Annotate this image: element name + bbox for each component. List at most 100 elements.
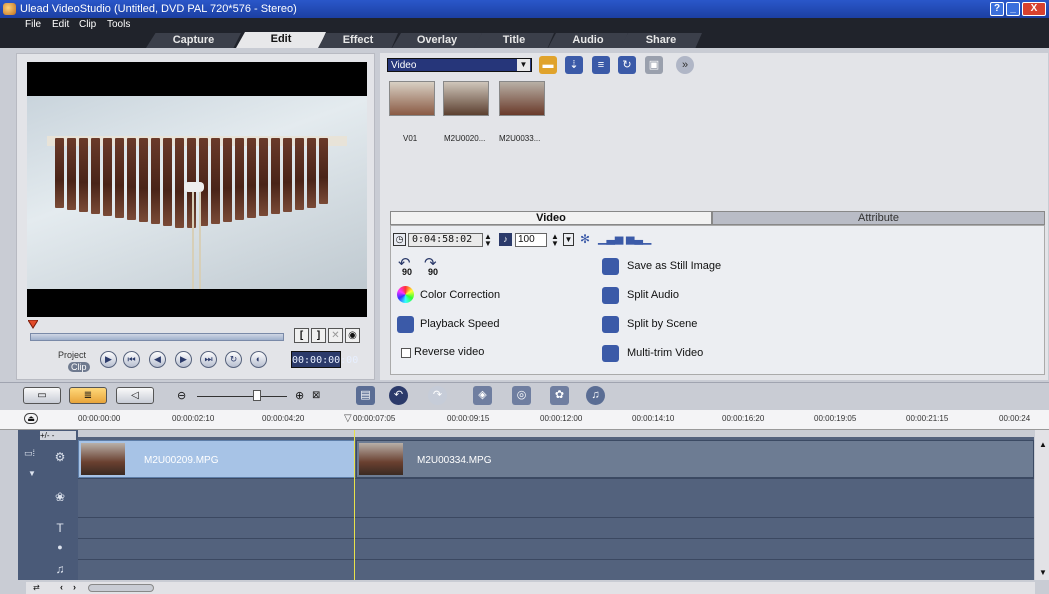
volume-dropdown-icon[interactable]: ▼: [563, 233, 574, 246]
copy-icon[interactable]: ▣: [645, 56, 663, 74]
multi-trim-option[interactable]: Multi-trim Video: [627, 347, 703, 359]
mute-icon[interactable]: ✻: [580, 232, 590, 246]
playhead[interactable]: [354, 430, 355, 580]
refresh-icon[interactable]: ↻: [618, 56, 636, 74]
enlarge-preview-icon[interactable]: ◉: [345, 328, 360, 343]
scrub-bar[interactable]: [30, 333, 284, 341]
zoom-slider[interactable]: [197, 396, 287, 397]
reverse-video-label[interactable]: Reverse video: [414, 346, 484, 358]
previous-frame-icon[interactable]: ◀: [149, 351, 166, 368]
duration-stepper[interactable]: ▲ ▼: [484, 233, 493, 248]
insert-media-icon[interactable]: ▤: [356, 386, 375, 405]
expand-icon[interactable]: »: [676, 56, 694, 74]
multi-trim-icon: [602, 345, 619, 362]
duration-field[interactable]: 0:04:58:02: [408, 233, 483, 247]
ruler-label: 00:00:12:00: [540, 414, 583, 423]
volume-icon[interactable]: ◐: [250, 351, 267, 368]
zoom-out-icon[interactable]: ⊖: [177, 389, 186, 402]
playback-speed-option[interactable]: Playback Speed: [420, 318, 500, 330]
ruler-label: 00:00:00:00: [78, 414, 121, 423]
minimize-button[interactable]: _: [1006, 2, 1020, 16]
fade-out-icon[interactable]: ▅▃▁: [626, 232, 651, 245]
vertical-scrollbar[interactable]: [1035, 430, 1049, 580]
end-icon[interactable]: ⏭: [200, 351, 217, 368]
zoom-in-icon[interactable]: ⊕: [295, 389, 304, 402]
audio-mixer-icon[interactable]: ◎: [512, 386, 531, 405]
repeat-icon[interactable]: ↻: [225, 351, 242, 368]
redo-icon[interactable]: ↷: [428, 386, 447, 405]
scrub-head-icon[interactable]: [28, 320, 38, 330]
help-button[interactable]: ?: [990, 2, 1004, 16]
voice-track-icon[interactable]: ●: [46, 542, 74, 552]
scroll-right-icon[interactable]: ›: [73, 582, 76, 592]
overlay-track-icon[interactable]: ❀: [46, 490, 74, 504]
auto-music-icon[interactable]: ♫: [586, 386, 605, 405]
menu-clip[interactable]: Clip: [79, 18, 96, 32]
mark-in-button[interactable]: [: [294, 328, 309, 343]
fade-in-icon[interactable]: ▁▃▅: [598, 232, 623, 245]
zoom-slider-thumb[interactable]: [253, 390, 261, 401]
save-still-option[interactable]: Save as Still Image: [627, 260, 721, 272]
tab-overlay[interactable]: Overlay: [392, 33, 482, 48]
timeline-ruler[interactable]: [0, 410, 1049, 430]
tab-effect[interactable]: Effect: [318, 33, 398, 48]
smart-proxy-icon[interactable]: ◈: [473, 386, 492, 405]
cut-clip-icon[interactable]: ✕: [328, 328, 343, 343]
scroll-up-icon[interactable]: ▲: [1039, 440, 1047, 449]
chevron-down-icon[interactable]: ▼: [517, 59, 530, 71]
eject-icon[interactable]: ⏏: [24, 413, 38, 424]
track-settings-icon[interactable]: ▭⁞: [24, 448, 35, 459]
project-mode-label[interactable]: Project: [58, 350, 86, 360]
split-by-scene-option[interactable]: Split by Scene: [627, 318, 697, 330]
fit-project-icon[interactable]: ⊠: [312, 390, 320, 401]
ruler-label: 00:00:14:10: [632, 414, 675, 423]
music-track-icon[interactable]: ♫: [46, 562, 74, 576]
library-thumbnail[interactable]: [443, 81, 489, 116]
timeline-clip[interactable]: M2U00334.MPG: [356, 440, 1034, 478]
list-view-icon[interactable]: ≡: [592, 56, 610, 74]
tab-capture[interactable]: Capture: [146, 33, 241, 48]
volume-field[interactable]: 100: [515, 233, 547, 247]
tab-edit[interactable]: Edit: [236, 32, 326, 48]
horizontal-scrollbar[interactable]: [26, 582, 1035, 594]
audio-view-button[interactable]: ◁: [116, 387, 154, 404]
menu-edit[interactable]: Edit: [52, 18, 69, 32]
tab-video[interactable]: Video: [390, 211, 712, 225]
marker-icon[interactable]: ▽: [344, 413, 352, 424]
zoom-sign[interactable]: +/- -: [40, 431, 76, 440]
split-audio-option[interactable]: Split Audio: [627, 289, 679, 301]
library-thumbnail[interactable]: [499, 81, 545, 116]
undo-icon[interactable]: ↶: [389, 386, 408, 405]
volume-stepper[interactable]: ▲ ▼: [551, 233, 560, 248]
title-track-icon[interactable]: T: [46, 521, 74, 535]
close-button[interactable]: X: [1022, 2, 1046, 16]
video-track-icon[interactable]: ⚙: [46, 450, 74, 464]
timeline-clip[interactable]: M2U00209.MPG: [78, 440, 355, 478]
reverse-video-checkbox[interactable]: [401, 348, 411, 358]
home-icon[interactable]: ⏮: [123, 351, 140, 368]
track-dropdown-icon[interactable]: ▼: [28, 469, 36, 478]
folder-icon[interactable]: ▬: [539, 56, 557, 74]
next-frame-icon[interactable]: ▶: [175, 351, 192, 368]
tab-title[interactable]: Title: [474, 33, 554, 48]
tab-attribute[interactable]: Attribute: [712, 211, 1045, 225]
library-category-select[interactable]: Video: [387, 58, 532, 72]
scroll-down-icon[interactable]: ▼: [1039, 568, 1047, 577]
timecode-display[interactable]: 00:00:00:00: [291, 351, 358, 368]
menu-file[interactable]: File: [25, 18, 41, 32]
tab-share[interactable]: Share: [620, 33, 702, 48]
track-manager-icon[interactable]: ⇄: [33, 583, 40, 592]
timeline-view-button[interactable]: ≣: [69, 387, 107, 404]
color-correction-option[interactable]: Color Correction: [420, 289, 500, 301]
menu-tools[interactable]: Tools: [107, 18, 130, 32]
clip-mode-label[interactable]: Clip: [68, 362, 90, 372]
play-icon[interactable]: ▶: [100, 351, 117, 368]
scroll-left-icon[interactable]: ‹: [60, 582, 63, 592]
scrollbar-thumb[interactable]: [88, 584, 154, 592]
tab-audio[interactable]: Audio: [548, 33, 628, 48]
library-thumbnail[interactable]: [389, 81, 435, 116]
batch-convert-icon[interactable]: ✿: [550, 386, 569, 405]
mark-out-button[interactable]: ]: [311, 328, 326, 343]
import-icon[interactable]: ⇣: [565, 56, 583, 74]
storyboard-view-button[interactable]: ▭: [23, 387, 61, 404]
